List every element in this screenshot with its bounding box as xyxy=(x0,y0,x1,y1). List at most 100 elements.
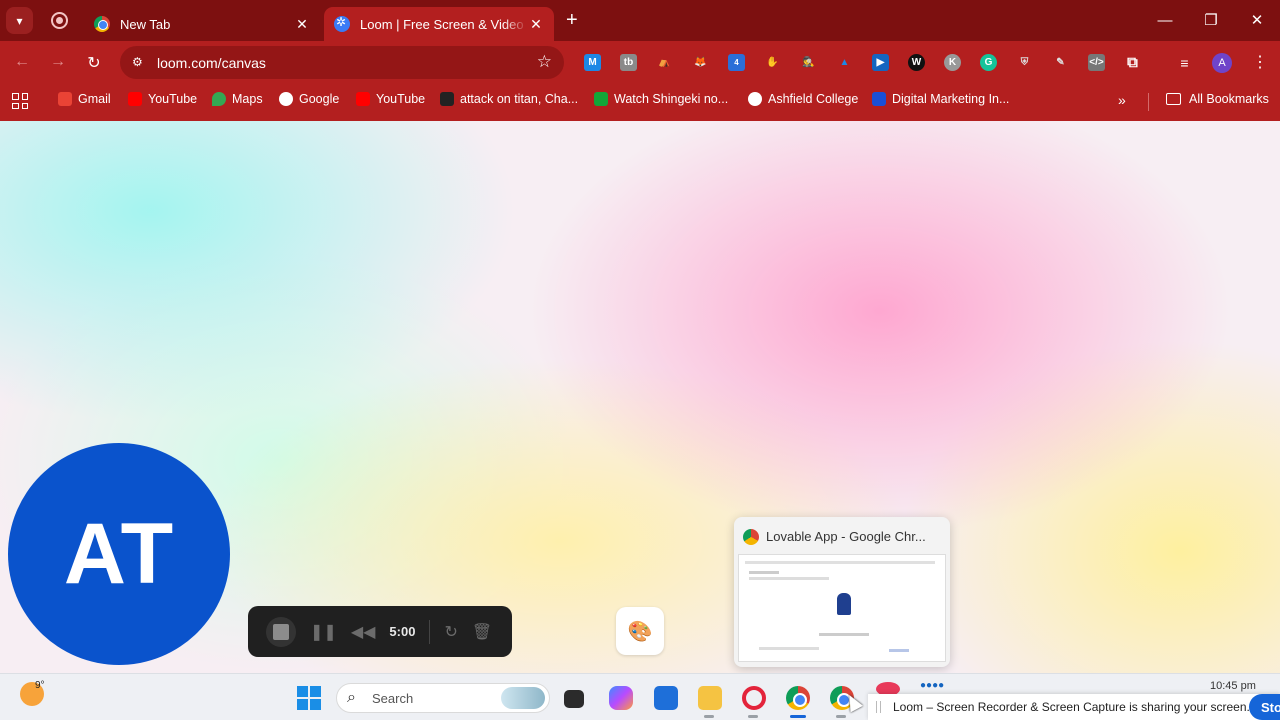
apps-grid-icon[interactable] xyxy=(12,93,28,109)
chrome-icon xyxy=(743,529,759,545)
bookmark-digital-marketing[interactable]: Digital Marketing In... xyxy=(872,92,1009,106)
bookmark-label: Google xyxy=(299,92,340,106)
bookmarks-bar: Gmail YouTube Maps Google YouTube attack… xyxy=(0,84,1280,121)
bookmark-youtube-2[interactable]: YouTube xyxy=(356,92,425,106)
window-controls: — ❐ ✕ xyxy=(1142,0,1280,40)
profile-avatar[interactable]: A xyxy=(1212,53,1232,73)
app-active-indicator xyxy=(790,715,806,718)
bookmark-label: attack on titan, Cha... xyxy=(460,92,579,106)
restart-icon[interactable]: ↻ xyxy=(444,622,457,642)
chrome-icon[interactable] xyxy=(786,686,810,710)
url-text[interactable]: loom.com/canvas xyxy=(157,55,266,71)
site-settings-icon[interactable]: ⚙ xyxy=(132,55,148,69)
tab-strip: ▾ New Tab ✕ Loom | Free Screen & Video R… xyxy=(0,0,1280,41)
forward-icon[interactable]: → xyxy=(48,53,68,71)
rewind-icon[interactable]: ◀◀ xyxy=(351,622,376,642)
loom-icon xyxy=(334,15,350,32)
close-window-icon[interactable]: ✕ xyxy=(1234,0,1280,40)
app-running-indicator xyxy=(748,715,758,718)
minimize-icon[interactable]: — xyxy=(1142,0,1188,40)
trash-icon[interactable]: 🗑 xyxy=(472,622,492,642)
chevron-more-icon[interactable]: » xyxy=(1118,92,1126,108)
bookmark-ashfield-college[interactable]: Ashfield College xyxy=(748,92,858,106)
reload-icon[interactable]: ↻ xyxy=(84,53,104,73)
bookmark-star-icon[interactable]: ☆ xyxy=(537,52,552,72)
camera-initials: AT xyxy=(63,505,175,602)
grammarly-icon[interactable]: G xyxy=(980,54,997,71)
media-control-icon[interactable]: ≡ xyxy=(1176,54,1193,71)
opera-icon[interactable] xyxy=(742,686,766,710)
extension-badge-icon[interactable]: 4 xyxy=(728,54,745,71)
close-tab-icon[interactable]: ✕ xyxy=(528,16,544,33)
extension-spy-icon[interactable]: 🕵 xyxy=(800,54,817,71)
extension-m-icon[interactable]: M xyxy=(584,54,601,71)
stop-recording-button[interactable] xyxy=(266,616,296,647)
store-icon[interactable] xyxy=(654,686,678,710)
menu-kebab-icon[interactable]: ⋮ xyxy=(1252,52,1268,72)
preview-title: Lovable App - Google Chr... xyxy=(766,529,926,544)
youtube-icon xyxy=(356,92,370,106)
tab-search-button[interactable]: ▾ xyxy=(6,7,33,34)
bookmark-label: YouTube xyxy=(376,92,426,106)
folder-icon xyxy=(1166,93,1181,105)
recording-indicator-icon[interactable] xyxy=(51,12,68,29)
copilot-icon[interactable] xyxy=(609,686,633,710)
preview-thumbnail xyxy=(738,554,946,662)
window-preview-card[interactable]: Lovable App - Google Chr... xyxy=(734,517,950,667)
shield-icon xyxy=(440,92,454,106)
extension-hand-icon[interactable]: ✋ xyxy=(764,54,781,71)
tab-title: Loom | Free Screen & Video Recording xyxy=(360,16,528,32)
file-explorer-icon[interactable] xyxy=(698,686,722,710)
extension-forward-icon[interactable]: ▶ xyxy=(872,54,889,71)
restore-icon[interactable]: ❐ xyxy=(1188,0,1234,40)
new-tab-button[interactable]: + xyxy=(566,10,578,30)
bookmark-google[interactable]: Google xyxy=(279,92,339,106)
extension-w-icon[interactable]: W xyxy=(908,54,925,71)
bookmark-shingeki[interactable]: Watch Shingeki no... xyxy=(594,92,728,106)
browser-toolbar: ← → ↻ ⚙ loom.com/canvas ☆ M tb ⛺ 🦊 4 ✋ 🕵… xyxy=(0,41,1280,84)
taskbar-search[interactable]: ⌕ Search xyxy=(336,683,550,713)
tab-loom[interactable]: Loom | Free Screen & Video Recording ✕ xyxy=(324,7,554,41)
bookmark-label: Gmail xyxy=(78,92,111,106)
windows-start-icon[interactable] xyxy=(297,686,321,710)
temperature: 9° xyxy=(35,680,45,691)
extensions-puzzle-icon[interactable]: ⧉ xyxy=(1124,54,1141,71)
extension-tent-icon[interactable]: ⛺ xyxy=(656,54,673,71)
extension-shield-icon[interactable]: ⛨ xyxy=(1016,54,1033,71)
bookmark-youtube[interactable]: YouTube xyxy=(128,92,197,106)
drag-handle-icon[interactable] xyxy=(876,701,881,713)
college-icon xyxy=(748,92,762,106)
bookmark-maps[interactable]: Maps xyxy=(212,92,263,106)
pause-icon[interactable]: ❚❚ xyxy=(310,622,337,642)
bookmark-gmail[interactable]: Gmail xyxy=(58,92,111,106)
bookmarks-divider xyxy=(1148,93,1149,111)
search-icon: ⌕ xyxy=(347,689,356,706)
palette-icon[interactable]: 🎨 xyxy=(616,607,664,655)
extension-badge-count: 4 xyxy=(734,58,739,67)
extension-drive-icon[interactable]: ▲ xyxy=(836,54,853,71)
camera-bubble[interactable]: AT xyxy=(8,443,230,665)
tab-new-tab[interactable]: New Tab ✕ xyxy=(84,7,320,41)
control-divider xyxy=(429,619,431,644)
all-bookmarks-button[interactable]: All Bookmarks xyxy=(1166,92,1269,106)
youtube-icon xyxy=(128,92,142,106)
recording-control-bar: ❚❚ ◀◀ 5:00 ↻ 🗑 xyxy=(248,606,512,657)
search-placeholder: Search xyxy=(372,691,414,706)
bookmark-label: YouTube xyxy=(148,92,198,106)
bookmark-attack-on-titan[interactable]: attack on titan, Cha... xyxy=(440,92,578,106)
terminal-icon[interactable] xyxy=(564,690,584,708)
w-icon xyxy=(872,92,886,106)
extension-code-icon[interactable]: </> xyxy=(1088,54,1105,71)
address-bar[interactable]: ⚙ loom.com/canvas ☆ xyxy=(120,46,564,79)
stop-sharing-button[interactable]: Stop xyxy=(1249,694,1280,720)
tab-title: New Tab xyxy=(120,16,171,32)
extension-fox-icon[interactable]: 🦊 xyxy=(692,54,709,71)
chrome-icon xyxy=(94,16,110,32)
extension-tb-icon[interactable]: tb xyxy=(620,54,637,71)
maps-icon xyxy=(212,92,226,106)
extension-k-icon[interactable]: K xyxy=(944,54,961,71)
close-tab-icon[interactable]: ✕ xyxy=(294,16,310,33)
back-icon[interactable]: ← xyxy=(12,53,32,71)
extension-feather-icon[interactable]: ✎ xyxy=(1052,54,1069,71)
google-icon xyxy=(279,92,293,106)
